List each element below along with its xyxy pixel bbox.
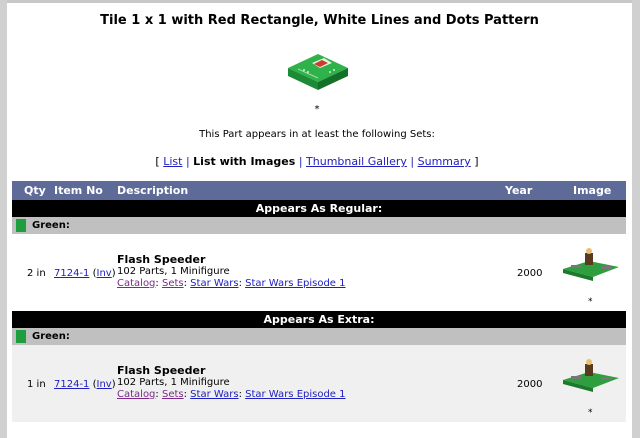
header-qty: Qty [24, 184, 46, 197]
green-color-swatch [16, 219, 26, 232]
page-title: Tile 1 x 1 with Red Rectangle, White Lin… [100, 13, 539, 28]
section-extra-heading: Appears As Extra: [12, 311, 626, 328]
year-cell: 2000 [517, 379, 543, 390]
image-footnote-star: * [588, 297, 593, 307]
crumb-catalog-link[interactable]: Catalog [117, 278, 155, 289]
crumb-catalog-link[interactable]: Catalog [117, 389, 155, 400]
category-breadcrumb: Catalog: Sets: Star Wars: Star Wars Epis… [117, 278, 346, 289]
set-name: Flash Speeder [117, 364, 206, 377]
nav-open-bracket: [ [155, 155, 160, 168]
view-mode-nav: [ List | List with Images | Thumbnail Ga… [7, 155, 627, 168]
set-name: Flash Speeder [117, 253, 206, 266]
nav-separator: | [185, 155, 190, 168]
item-no-cell: 7124-1 (Inv) [54, 268, 116, 279]
description-cell: Flash Speeder 102 Parts, 1 Minifigure Ca… [117, 254, 346, 290]
view-thumbnail-gallery-link[interactable]: Thumbnail Gallery [306, 155, 407, 168]
header-item-no: Item No [54, 184, 103, 197]
page-content: Tile 1 x 1 with Red Rectangle, White Lin… [7, 3, 632, 438]
sets-table: Qty Item No Description Year Image Appea… [12, 181, 626, 422]
set-image[interactable] [559, 239, 623, 287]
header-image: Image [573, 184, 612, 197]
section-regular-heading: Appears As Regular: [12, 200, 626, 217]
window-scrollbar[interactable] [632, 0, 640, 438]
image-footnote-star: * [588, 408, 593, 418]
table-header: Qty Item No Description Year Image [12, 181, 626, 200]
description-cell: Flash Speeder 102 Parts, 1 Minifigure Ca… [117, 365, 346, 401]
color-group-row: Green: [12, 217, 626, 234]
color-group-row: Green: [12, 328, 626, 345]
nav-close-bracket: ] [474, 155, 479, 168]
part-image [288, 54, 348, 90]
green-color-swatch [16, 330, 26, 343]
image-footnote-star: * [314, 104, 320, 115]
crumb-episode-1-link[interactable]: Star Wars Episode 1 [245, 389, 345, 400]
header-year: Year [505, 184, 533, 197]
set-details: 102 Parts, 1 Minifigure [117, 266, 230, 277]
crumb-star-wars-link[interactable]: Star Wars [190, 278, 238, 289]
set-number-link[interactable]: 7124-1 [54, 268, 89, 279]
header-description: Description [117, 184, 189, 197]
crumb-episode-1-link[interactable]: Star Wars Episode 1 [245, 278, 345, 289]
window-left-edge [0, 0, 7, 438]
view-summary-link[interactable]: Summary [418, 155, 471, 168]
color-name: Green: [32, 331, 70, 342]
crumb-sets-link[interactable]: Sets [162, 389, 184, 400]
table-row: 2 in 7124-1 (Inv) Flash Speeder 102 Part… [12, 234, 626, 311]
set-image[interactable] [559, 350, 623, 398]
set-details: 102 Parts, 1 Minifigure [117, 377, 230, 388]
category-breadcrumb: Catalog: Sets: Star Wars: Star Wars Epis… [117, 389, 346, 400]
inventory-link[interactable]: Inv [97, 268, 112, 279]
set-number-link[interactable]: 7124-1 [54, 379, 89, 390]
nav-separator: | [298, 155, 303, 168]
nav-separator: | [410, 155, 415, 168]
item-no-cell: 7124-1 (Inv) [54, 379, 116, 390]
appears-in-text: This Part appears in at least the follow… [199, 129, 435, 140]
view-list-with-images-current: List with Images [193, 155, 296, 168]
inventory-link[interactable]: Inv [97, 379, 112, 390]
color-name: Green: [32, 220, 70, 231]
qty-cell: 2 in [27, 268, 46, 279]
crumb-sets-link[interactable]: Sets [162, 278, 184, 289]
qty-cell: 1 in [27, 379, 46, 390]
year-cell: 2000 [517, 268, 543, 279]
table-row: 1 in 7124-1 (Inv) Flash Speeder 102 Part… [12, 345, 626, 422]
view-list-link[interactable]: List [163, 155, 182, 168]
crumb-star-wars-link[interactable]: Star Wars [190, 389, 238, 400]
